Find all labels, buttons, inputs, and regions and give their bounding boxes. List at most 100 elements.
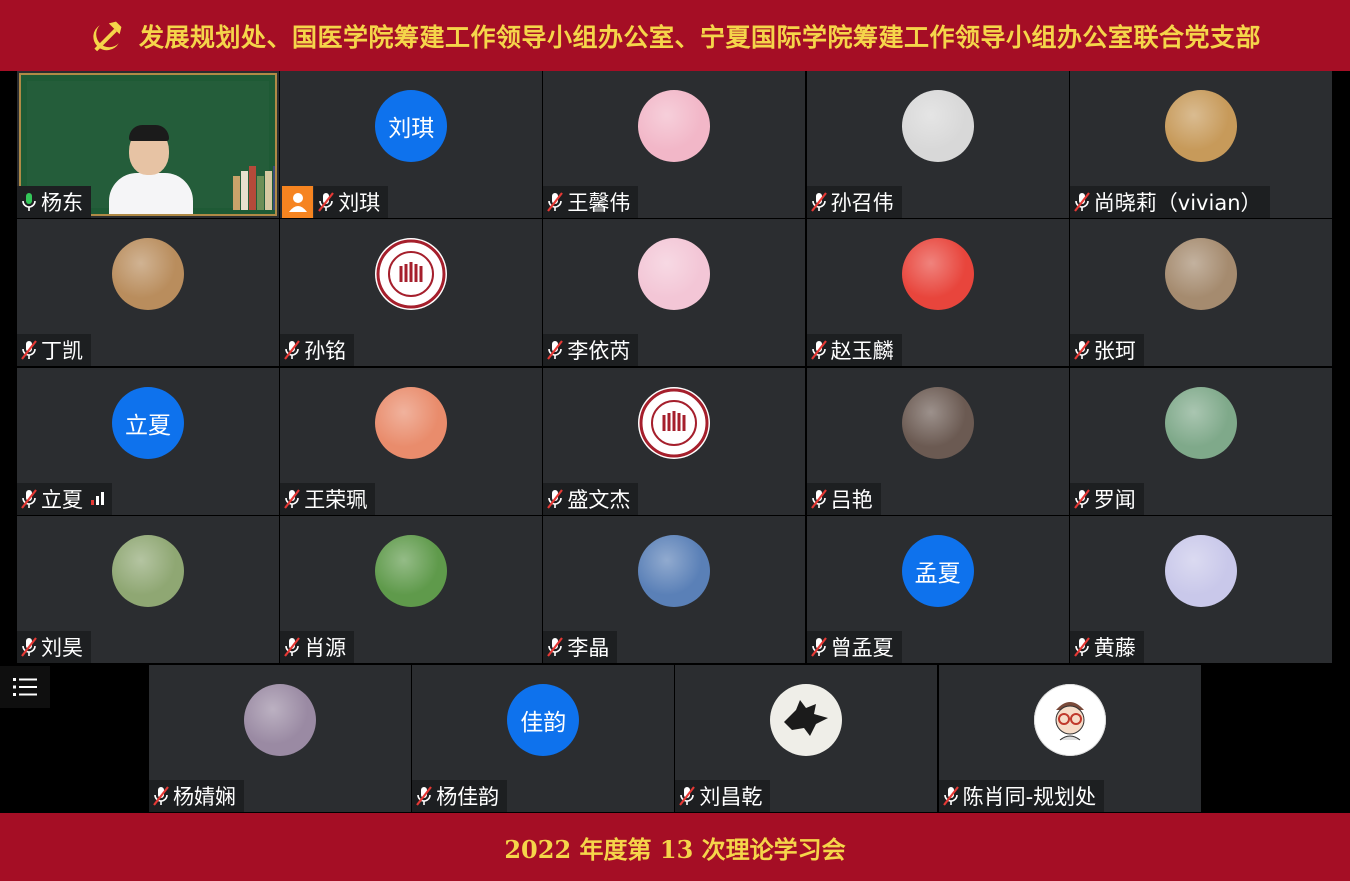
- participant-name: 肖源: [304, 636, 347, 661]
- mic-muted-icon: [21, 637, 37, 657]
- avatar-image: [1033, 683, 1106, 756]
- participant-name-tag: 丁凯: [17, 334, 91, 367]
- participant-name-tag: 王荣珮: [280, 482, 376, 515]
- participant-name-tag: 罗闻: [1069, 482, 1144, 515]
- participant-name: 王荣珮: [304, 487, 368, 512]
- participant-name: 盛文杰: [567, 487, 631, 512]
- participant-tile[interactable]: 尚晓莉（vivian）: [1069, 71, 1332, 218]
- participant-tile[interactable]: 佳韵杨佳韵: [412, 664, 675, 812]
- party-emblem-icon: [93, 21, 122, 51]
- participant-tile[interactable]: 赵玉麟: [806, 219, 1069, 367]
- meeting-title: 发展规划处、国医学院筹建工作领导小组办公室、宁夏国际学院筹建工作领导小组办公室联…: [138, 22, 1261, 52]
- mic-muted-icon: [1073, 192, 1090, 212]
- participant-tile[interactable]: 孟夏 曾孟夏: [806, 516, 1069, 664]
- participant-tile[interactable]: 杨东: [17, 71, 279, 218]
- participant-name-tag: 李晶: [543, 631, 618, 664]
- participant-name: 罗闻: [1093, 487, 1136, 512]
- avatar-image: [112, 535, 184, 608]
- mic-muted-icon: [284, 489, 301, 509]
- participant-tile[interactable]: 杨婧娴: [149, 664, 411, 812]
- participant-tile[interactable]: 黄藤: [1069, 516, 1332, 664]
- menu-list-icon: [13, 678, 37, 696]
- participant-tile[interactable]: 王馨伟: [543, 71, 806, 218]
- participant-tile[interactable]: 孙召伟: [806, 71, 1069, 218]
- participant-tile[interactable]: 肖源: [280, 516, 543, 664]
- avatar-image: [638, 90, 711, 162]
- participant-tile[interactable]: 刘琪 刘琪: [280, 71, 543, 218]
- mic-muted-icon: [318, 192, 335, 212]
- participant-name-tag: 杨东: [17, 186, 91, 218]
- avatar-image: [638, 238, 711, 311]
- avatar-image: [901, 386, 974, 459]
- participant-name: 杨东: [41, 191, 83, 215]
- university-seal-icon: [376, 239, 446, 309]
- participant-name: 尚晓莉（vivian）: [1093, 191, 1262, 215]
- participant-tile[interactable]: 李晶: [543, 516, 806, 664]
- participant-tile[interactable]: 刘昌乾: [675, 664, 938, 812]
- participant-name-tag: 赵玉麟: [806, 334, 902, 367]
- mic-muted-icon: [21, 340, 37, 361]
- participant-name: 孙铭: [304, 339, 347, 364]
- avatar-image: [112, 238, 184, 311]
- header-banner: 发展规划处、国医学院筹建工作领导小组办公室、宁夏国际学院筹建工作领导小组办公室联…: [0, 0, 1350, 71]
- avatar-image: [1164, 90, 1237, 162]
- avatar-image: [638, 535, 711, 608]
- participant-name-tag: 孙铭: [280, 334, 355, 367]
- mic-muted-icon: [810, 340, 827, 361]
- participant-name-tag: 李依芮: [543, 334, 639, 367]
- participant-tile[interactable]: 李依芮: [543, 219, 806, 367]
- participant-name-tag: 刘昌乾: [675, 779, 771, 812]
- avatar-initials: 佳韵: [507, 683, 580, 756]
- participant-name: 立夏: [41, 487, 83, 512]
- person-icon: [288, 193, 307, 212]
- mic-muted-icon: [547, 489, 564, 509]
- mic-muted-icon: [284, 340, 301, 361]
- avatar-image: [770, 683, 843, 756]
- avatar-image: [638, 386, 711, 459]
- participant-name-tag: 杨婧娴: [149, 779, 244, 812]
- meeting-subtitle: 2022 年度第 13 次理论学习会: [504, 834, 846, 864]
- mic-muted-icon: [21, 489, 37, 509]
- mic-muted-icon: [284, 637, 301, 657]
- participant-name-tag: 王馨伟: [543, 186, 639, 218]
- participant-tile[interactable]: 陈肖同-规划处: [938, 664, 1201, 812]
- participant-name: 张珂: [1093, 339, 1136, 364]
- participant-name: 赵玉麟: [830, 339, 894, 364]
- participant-tile[interactable]: 吕艳: [806, 367, 1069, 515]
- avatar-image: [1164, 386, 1237, 459]
- mic-muted-icon: [547, 192, 564, 212]
- footer-banner: 2022 年度第 13 次理论学习会: [0, 813, 1350, 881]
- avatar-initials: 立夏: [112, 386, 184, 459]
- mic-on-icon: [22, 193, 36, 211]
- mic-muted-icon: [1073, 489, 1090, 509]
- participant-name-tag: 盛文杰: [543, 482, 639, 515]
- participants-menu-button[interactable]: [0, 666, 50, 708]
- participant-name-tag: 黄藤: [1069, 631, 1144, 664]
- university-seal-icon: [639, 388, 709, 458]
- participant-tile[interactable]: 盛文杰: [543, 367, 806, 515]
- avatar-image: [244, 683, 316, 756]
- participant-name: 陈肖同-规划处: [962, 784, 1097, 809]
- avatar-image: [1164, 535, 1237, 608]
- participant-tile[interactable]: 张珂: [1069, 219, 1332, 367]
- mic-muted-icon: [416, 785, 433, 806]
- host-badge: [282, 186, 314, 218]
- participant-name: 李依芮: [567, 339, 631, 364]
- participant-name-tag: 杨佳韵: [412, 779, 508, 812]
- wolf-icon: [784, 699, 829, 736]
- participant-name-tag: 刘琪: [314, 186, 389, 218]
- avatar-image: [901, 90, 974, 162]
- participant-name-tag: 陈肖同-规划处: [938, 779, 1105, 812]
- avatar-image: [375, 386, 448, 459]
- participant-tile[interactable]: 孙铭: [280, 219, 543, 367]
- participant-name: 刘琪: [338, 191, 381, 215]
- participant-tile[interactable]: 丁凯: [17, 219, 279, 367]
- participant-name-tag: 张珂: [1069, 334, 1144, 367]
- participant-name: 丁凯: [41, 339, 83, 364]
- participant-tile[interactable]: 王荣珮: [280, 367, 543, 515]
- avatar-initials: 刘琪: [375, 90, 448, 162]
- participant-tile[interactable]: 立夏 立夏: [17, 367, 279, 515]
- participant-tile[interactable]: 刘昊: [17, 516, 279, 664]
- participant-tile[interactable]: 罗闻: [1069, 367, 1332, 515]
- mic-muted-icon: [1073, 637, 1090, 657]
